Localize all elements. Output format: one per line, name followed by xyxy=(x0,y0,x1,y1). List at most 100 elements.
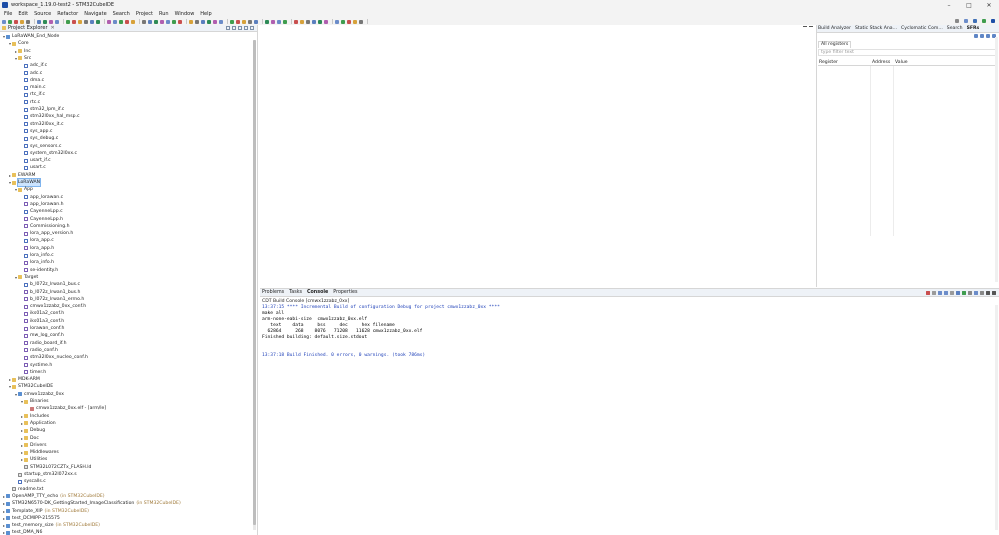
project-explorer-tab[interactable]: Project Explorer ✕ xyxy=(0,25,257,32)
tree-item[interactable]: b_l072z_lrwan1_bus.c xyxy=(20,281,80,288)
tree-item[interactable]: iks01a2_conf.h xyxy=(20,310,64,317)
tab-static-stack-analyzer[interactable]: Static Stack Ana... xyxy=(855,26,897,31)
console-action-icon[interactable] xyxy=(956,291,960,295)
menu-run[interactable]: Run xyxy=(159,11,169,17)
tree-item[interactable]: ▸ test_memory_size (in STM32CubeIDE) xyxy=(2,522,100,529)
tree-item[interactable]: ▸ Utilities xyxy=(20,456,47,463)
tree-item[interactable]: iks01a3_conf.h xyxy=(20,318,64,325)
tree-item[interactable]: rtc_if.c xyxy=(20,91,45,98)
menu-refactor[interactable]: Refactor xyxy=(57,11,78,17)
tree-item[interactable]: STM32L072CZTx_FLASH.ld xyxy=(20,464,91,471)
tree-item[interactable]: ▸ MDK-ARM xyxy=(8,376,40,383)
tree-item[interactable]: ▸ Includes xyxy=(20,413,49,420)
toolbar-button-icon[interactable] xyxy=(189,19,193,24)
tab-sfrs[interactable]: SFRs xyxy=(967,26,980,31)
tree-item[interactable]: b_l072z_lrwan1_bus.h xyxy=(20,289,80,296)
close-button[interactable]: ✕ xyxy=(979,2,999,9)
toolbar-button-icon[interactable] xyxy=(242,19,246,24)
tree-item[interactable]: cmwx1zzabz_0xx.elf - [arm/le] xyxy=(26,405,106,412)
toolbar-button-icon[interactable] xyxy=(207,19,211,24)
console-action-icon[interactable] xyxy=(938,291,942,295)
column-register[interactable]: Register xyxy=(819,60,838,65)
tree-item[interactable]: sys_debug.c xyxy=(20,135,58,142)
tree-item[interactable]: ▸ Doc xyxy=(20,435,39,442)
menu-search[interactable]: Search xyxy=(113,11,130,17)
register-filter-input[interactable]: type filter text xyxy=(818,49,998,56)
tree-item[interactable]: ▾ LoRaWAN_End_Node xyxy=(2,33,59,40)
tree-item[interactable]: ▾ App xyxy=(14,186,33,193)
maximize-button[interactable]: □ xyxy=(959,2,979,9)
pin-icon[interactable] xyxy=(986,34,990,38)
toolbar-button-icon[interactable] xyxy=(178,19,182,24)
tree-item[interactable]: b_l072z_lrwan1_errno.h xyxy=(20,296,84,303)
column-address[interactable]: Address xyxy=(872,60,890,65)
tree-item[interactable]: adc.c xyxy=(20,70,42,77)
toolbar-button-icon[interactable] xyxy=(335,19,339,24)
open-perspective-icon[interactable] xyxy=(964,19,968,23)
tab-tasks[interactable]: Tasks xyxy=(289,290,302,295)
toolbar-button-icon[interactable] xyxy=(26,19,30,24)
tree-item[interactable]: app_lorawan.h xyxy=(20,201,64,208)
menu-project[interactable]: Project xyxy=(136,11,153,17)
console-action-icon[interactable] xyxy=(962,291,966,295)
toolbar-button-icon[interactable] xyxy=(66,19,70,24)
toolbar-button-icon[interactable] xyxy=(43,19,47,24)
tree-item[interactable]: CayenneLpp.h xyxy=(20,216,63,223)
tree-item[interactable]: stm32l0xx_hal_msp.c xyxy=(20,113,80,120)
menu-window[interactable]: Window xyxy=(175,11,195,17)
tree-item[interactable]: lorawan_conf.h xyxy=(20,325,64,332)
tree-item[interactable]: CayenneLpp.c xyxy=(20,208,63,215)
toolbar-button-icon[interactable] xyxy=(131,19,135,24)
toolbar-button-icon[interactable] xyxy=(195,19,199,24)
tree-item[interactable]: timer.h xyxy=(20,369,46,376)
toolbar-button-icon[interactable] xyxy=(142,19,146,24)
console-action-icon[interactable] xyxy=(980,291,984,295)
tree-item[interactable]: cmwx1zzabz_0xx_conf.h xyxy=(20,303,86,310)
scrollbar-thumb[interactable] xyxy=(253,40,256,525)
toolbar-button-icon[interactable] xyxy=(324,19,328,24)
tree-item[interactable]: usart_if.c xyxy=(20,157,51,164)
tree-item[interactable]: sys_app.c xyxy=(20,128,52,135)
toolbar-button-icon[interactable] xyxy=(113,19,117,24)
tab-build-analyzer[interactable]: Build Analyzer xyxy=(818,26,851,31)
debug-perspective-icon[interactable] xyxy=(982,19,986,23)
toolbar-button-icon[interactable] xyxy=(300,19,304,24)
tree-item[interactable]: ▸ Application xyxy=(20,420,56,427)
tree-item[interactable]: ▾ cmwx1zzabz_0xx xyxy=(14,391,64,398)
toolbar-button-icon[interactable] xyxy=(84,19,88,24)
toolbar-button-icon[interactable] xyxy=(236,19,240,24)
console-action-icon[interactable] xyxy=(974,291,978,295)
toolbar-button-icon[interactable] xyxy=(312,19,316,24)
console-action-icon[interactable] xyxy=(932,291,936,295)
tree-item[interactable]: lora_app_version.h xyxy=(20,230,73,237)
tree-item[interactable]: ▾ Target xyxy=(14,274,38,281)
sfrs-scrollbar[interactable] xyxy=(995,37,998,282)
tree-item[interactable]: Commissioning.h xyxy=(20,223,70,230)
tree-item[interactable]: rtc.c xyxy=(20,99,40,106)
toolbar-button-icon[interactable] xyxy=(306,19,310,24)
tree-item[interactable]: ▾ Binaries xyxy=(20,398,49,405)
minimize-button[interactable]: – xyxy=(939,2,959,9)
toolbar-button-icon[interactable] xyxy=(341,19,345,24)
tree-item[interactable]: se-identity.h xyxy=(20,267,58,274)
tree-item[interactable]: syscalls.c xyxy=(14,478,46,485)
tree-item[interactable]: dma.c xyxy=(20,77,44,84)
tree-item[interactable]: ▾ Src xyxy=(14,55,31,62)
link-with-editor-icon[interactable] xyxy=(232,26,236,30)
toolbar-button-icon[interactable] xyxy=(230,19,234,24)
tree-item[interactable]: lora_info.c xyxy=(20,252,54,259)
menu-file[interactable]: File xyxy=(4,11,12,17)
toolbar-button-icon[interactable] xyxy=(2,19,6,24)
tree-item[interactable]: lora_app.c xyxy=(20,237,54,244)
tab-problems[interactable]: Problems xyxy=(262,290,284,295)
all-registers-tab[interactable]: All registers xyxy=(818,41,852,48)
device-config-icon[interactable] xyxy=(991,19,995,23)
toolbar-button-icon[interactable] xyxy=(353,19,357,24)
tree-item[interactable]: ▸ Debug xyxy=(20,427,45,434)
cxx-perspective-icon[interactable] xyxy=(973,19,977,23)
format-icon[interactable] xyxy=(980,34,984,38)
toolbar-button-icon[interactable] xyxy=(254,19,258,24)
tree-item[interactable]: ▸ STM32N6570-DK_GettingStarted_ImageClass… xyxy=(2,500,181,507)
toolbar-button-icon[interactable] xyxy=(213,19,217,24)
tab-console[interactable]: Console xyxy=(307,290,328,295)
